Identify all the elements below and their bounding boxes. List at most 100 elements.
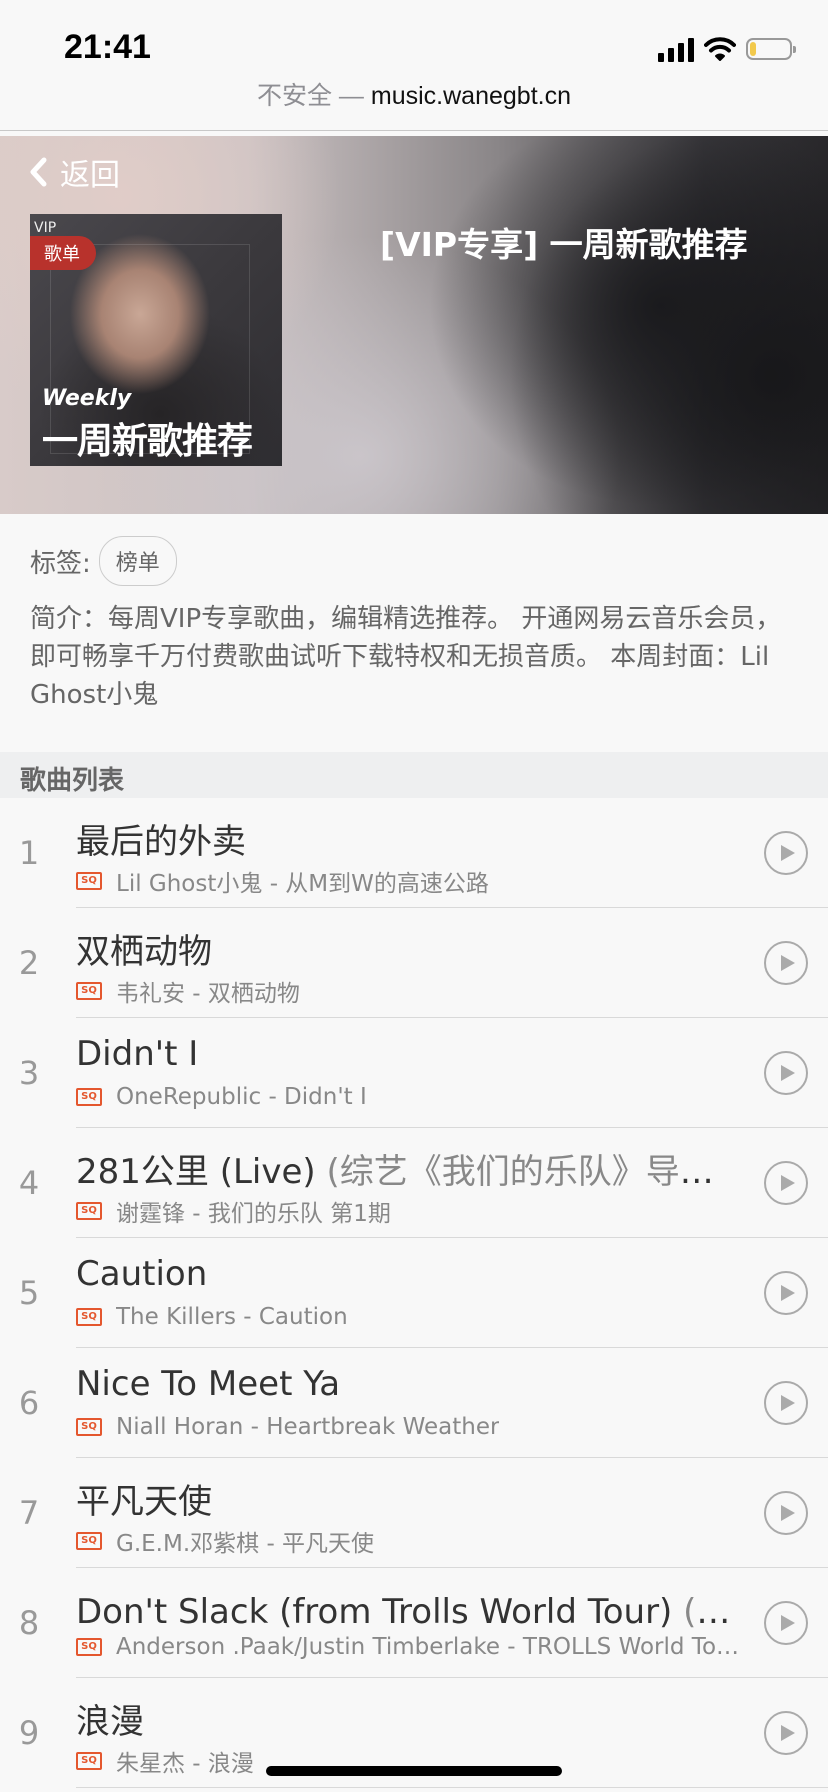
song-row[interactable]: 2 双栖动物 SQ 韦礼安 - 双栖动物 [0, 908, 828, 1018]
chevron-left-icon [30, 157, 47, 187]
divider [0, 130, 828, 131]
song-meta: SQ Niall Horan - Heartbreak Weather [76, 1414, 740, 1440]
song-artist-album: Niall Horan - Heartbreak Weather [116, 1414, 500, 1440]
sq-quality-icon: SQ [76, 1532, 102, 1550]
playlist-header: 返回 VIP 歌单 Weekly 一周新歌推荐 [VIP专享] 一周新歌推荐 [0, 136, 828, 514]
song-title-text: 双栖动物 [76, 932, 212, 972]
song-body: 最后的外卖 SQ Lil Ghost小鬼 - 从M到W的高速公路 [76, 798, 828, 908]
battery-level [750, 42, 756, 56]
song-row[interactable]: 4 281公里 (Live) (综艺《我们的乐队》导师s… SQ 谢霆锋 - 我们的乐… [0, 1128, 828, 1238]
home-indicator [266, 1766, 562, 1776]
song-index: 6 [18, 1384, 40, 1422]
song-index: 4 [18, 1164, 40, 1202]
playlist-title: [VIP专享] 一周新歌推荐 [380, 225, 748, 264]
song-meta: SQ The Killers - Caution [76, 1304, 740, 1330]
play-icon [781, 1285, 795, 1301]
song-title: 双栖动物 [76, 924, 740, 973]
song-index: 2 [18, 944, 40, 982]
play-button[interactable] [764, 831, 808, 875]
play-icon [781, 955, 795, 971]
cover-badge: 歌单 [30, 236, 96, 270]
play-icon [781, 1395, 795, 1411]
song-list-header: 歌曲列表 [0, 752, 828, 798]
song-title: Nice To Meet Ya [76, 1364, 740, 1404]
cellular-signal-icon [658, 36, 694, 62]
play-icon [781, 1065, 795, 1081]
song-artist-album: The Killers - Caution [116, 1304, 348, 1330]
song-index: 3 [18, 1054, 40, 1092]
song-row[interactable]: 7 平凡天使 SQ G.E.M.邓紫棋 - 平凡天使 [0, 1458, 828, 1568]
url-host: music.wanegbt.cn [370, 82, 571, 110]
song-title: 浪漫 [76, 1694, 740, 1743]
wifi-icon [704, 37, 736, 61]
song-title-subtitle: (综艺《我们的乐队》导师s… [315, 1152, 740, 1192]
play-button[interactable] [764, 1161, 808, 1205]
song-body: Didn't I SQ OneRepublic - Didn't I [76, 1018, 828, 1128]
play-icon [781, 1725, 795, 1741]
song-title-text: Nice To Meet Ya [76, 1364, 341, 1404]
song-row[interactable]: 6 Nice To Meet Ya SQ Niall Horan - Heartbre… [0, 1348, 828, 1458]
playlist-cover: VIP 歌单 Weekly 一周新歌推荐 [30, 214, 282, 466]
song-title-text: 最后的外卖 [76, 822, 246, 862]
play-button[interactable] [764, 1051, 808, 1095]
play-button[interactable] [764, 1491, 808, 1535]
song-artist-album: 谢霆锋 - 我们的乐队 第1期 [116, 1201, 391, 1227]
play-icon [781, 1175, 795, 1191]
song-meta: SQ 韦礼安 - 双栖动物 [76, 974, 740, 1008]
song-meta: SQ Lil Ghost小鬼 - 从M到W的高速公路 [76, 864, 740, 898]
status-time: 21:41 [64, 28, 151, 66]
sq-quality-icon: SQ [76, 982, 102, 1000]
song-row[interactable]: 8 Don't Slack (from Trolls World Tour) (电… [0, 1568, 828, 1678]
tag-chip[interactable]: 榜单 [98, 536, 177, 586]
song-title: 281公里 (Live) (综艺《我们的乐队》导师s… [76, 1144, 740, 1193]
address-bar[interactable]: 不安全 — music.wanegbt.cn [0, 76, 828, 112]
song-title-text: Don't Slack (from Trolls World Tour) [76, 1592, 673, 1632]
song-row[interactable]: 3 Didn't I SQ OneRepublic - Didn't I [0, 1018, 828, 1128]
song-index: 8 [18, 1604, 40, 1642]
play-button[interactable] [764, 1381, 808, 1425]
song-index: 9 [18, 1714, 40, 1752]
song-title: Don't Slack (from Trolls World Tour) (电影… [76, 1584, 740, 1633]
song-index: 1 [18, 834, 40, 872]
status-bar: 21:41 不安全 — music.wanegbt.cn [0, 0, 828, 132]
battery-icon [746, 38, 796, 60]
song-title: Didn't I [76, 1034, 740, 1074]
song-title-text: 平凡天使 [76, 1482, 212, 1522]
cover-weekly-text: Weekly [42, 386, 132, 411]
song-title-subtitle: (电影… [683, 1592, 740, 1632]
song-meta: SQ 谢霆锋 - 我们的乐队 第1期 [76, 1194, 740, 1228]
song-meta: SQ G.E.M.邓紫棋 - 平凡天使 [76, 1524, 740, 1558]
playlist-intro: 简介：每周VIP专享歌曲，编辑精选推荐。 开通网易云音乐会员，即可畅享千万付费歌… [30, 604, 782, 710]
song-body: 281公里 (Live) (综艺《我们的乐队》导师s… SQ 谢霆锋 - 我们的乐队… [76, 1128, 828, 1238]
song-row[interactable]: 1 最后的外卖 SQ Lil Ghost小鬼 - 从M到W的高速公路 [0, 798, 828, 908]
back-label: 返回 [60, 158, 120, 193]
song-body: Caution SQ The Killers - Caution [76, 1238, 828, 1348]
playlist-info: 标签: 榜单 简介：每周VIP专享歌曲，编辑精选推荐。 开通网易云音乐会员，即可… [0, 514, 828, 752]
song-meta: SQ OneRepublic - Didn't I [76, 1084, 740, 1110]
song-row[interactable]: 5 Caution SQ The Killers - Caution [0, 1238, 828, 1348]
sq-quality-icon: SQ [76, 872, 102, 890]
song-list: 1 最后的外卖 SQ Lil Ghost小鬼 - 从M到W的高速公路 2 双栖动物 SQ 韦礼… [0, 798, 828, 1788]
song-artist-album: 韦礼安 - 双栖动物 [116, 981, 300, 1007]
play-button[interactable] [764, 1711, 808, 1755]
song-body: Nice To Meet Ya SQ Niall Horan - Heartbrea… [76, 1348, 828, 1458]
song-body: 平凡天使 SQ G.E.M.邓紫棋 - 平凡天使 [76, 1458, 828, 1568]
song-title: 最后的外卖 [76, 814, 740, 863]
tags-label: 标签: [30, 548, 91, 579]
play-button[interactable] [764, 941, 808, 985]
song-artist-album: OneRepublic - Didn't I [116, 1084, 367, 1110]
sq-quality-icon: SQ [76, 1088, 102, 1106]
song-body: 双栖动物 SQ 韦礼安 - 双栖动物 [76, 908, 828, 1018]
song-artist-album: G.E.M.邓紫棋 - 平凡天使 [116, 1531, 375, 1557]
sq-quality-icon: SQ [76, 1638, 102, 1656]
back-button[interactable]: 返回 [24, 150, 120, 194]
play-icon [781, 1505, 795, 1521]
song-artist-album: Anderson .Paak/Justin Timberlake - TROLL… [116, 1634, 740, 1660]
song-index: 7 [18, 1494, 40, 1532]
play-button[interactable] [764, 1271, 808, 1315]
play-icon [781, 845, 795, 861]
cover-vip-text: VIP [34, 220, 57, 236]
sq-quality-icon: SQ [76, 1752, 102, 1770]
system-icons [658, 34, 796, 64]
play-button[interactable] [764, 1601, 808, 1645]
